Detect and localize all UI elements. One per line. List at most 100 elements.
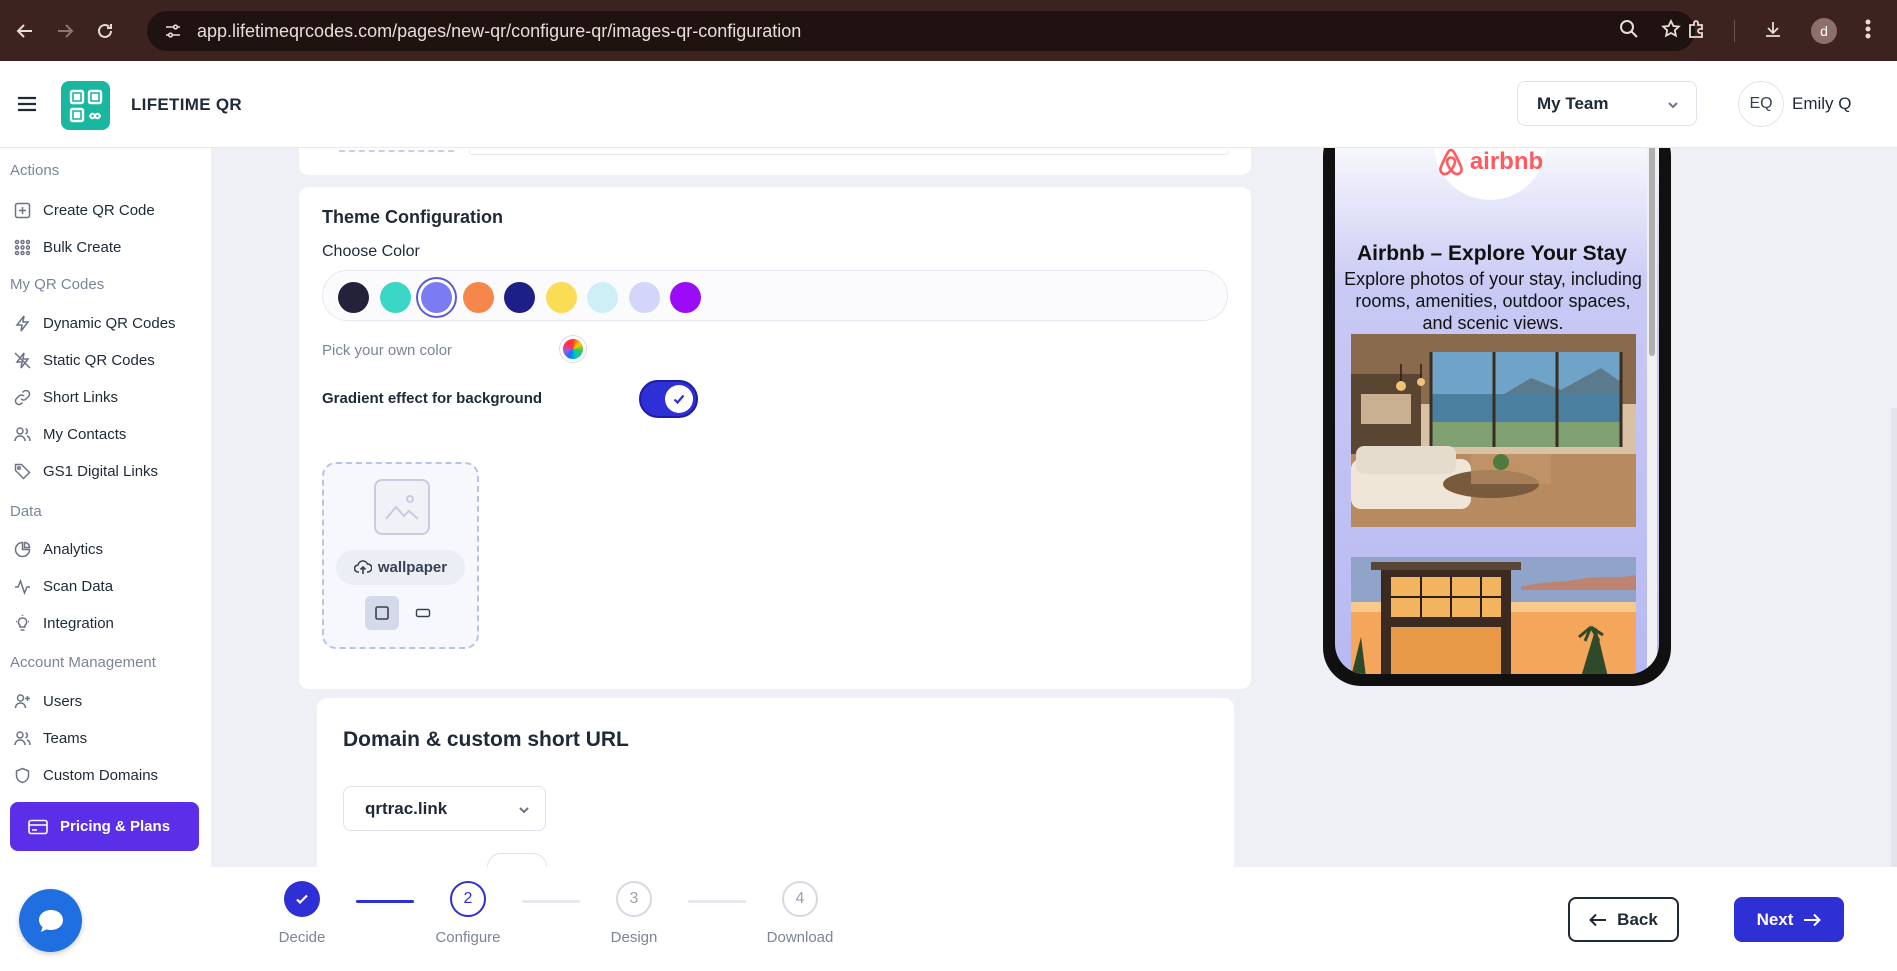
step-connector [356, 900, 414, 903]
phone-screen[interactable]: airbnb Airbnb – Explore Your Stay Explor… [1335, 148, 1659, 674]
sidebar-item-static-qr[interactable]: Static QR Codes [14, 347, 155, 373]
team-icon [14, 730, 31, 745]
credit-card-icon [28, 819, 48, 834]
sidebar-item-bulk-create[interactable]: Bulk Create [14, 234, 121, 260]
sidebar-item-my-contacts[interactable]: My Contacts [14, 421, 126, 447]
airbnb-logo-icon [1438, 148, 1463, 176]
sidebar-item-label: Bulk Create [43, 238, 122, 256]
browser-reload-icon[interactable] [90, 16, 120, 46]
sidebar-item-teams[interactable]: Teams [14, 725, 87, 751]
image-placeholder-icon [374, 479, 430, 535]
phone-preview: airbnb Airbnb – Explore Your Stay Explor… [1323, 148, 1671, 686]
sidebar-item-label: Teams [43, 729, 88, 747]
chevron-down-icon [1666, 97, 1680, 117]
step-number: 4 [782, 881, 818, 917]
step-design[interactable]: 3 Design [574, 881, 694, 946]
toggle-knob [665, 385, 693, 413]
color-swatch[interactable] [421, 282, 452, 313]
check-icon [673, 394, 685, 405]
color-swatch[interactable] [587, 282, 618, 313]
user-plus-icon [14, 693, 30, 708]
sidebar-item-label: Users [43, 692, 83, 710]
zoom-icon[interactable] [1619, 19, 1639, 44]
wide-layout-option[interactable] [406, 596, 440, 630]
pie-chart-icon [14, 541, 31, 557]
sidebar-item-integration[interactable]: Integration [14, 610, 114, 636]
color-swatch[interactable] [628, 282, 660, 313]
chat-support-button[interactable] [19, 889, 82, 952]
sidebar-item-analytics[interactable]: Analytics [14, 536, 103, 562]
bookmark-star-icon[interactable] [1661, 18, 1681, 44]
scroll-thumb[interactable] [1649, 148, 1655, 356]
sidebar-item-label: Scan Data [43, 577, 114, 595]
wallpaper-upload-box[interactable]: wallpaper [322, 462, 479, 649]
step-decide[interactable]: Decide [242, 881, 362, 946]
color-picker-wheel[interactable] [560, 336, 586, 362]
step-connector [522, 900, 580, 903]
color-swatch[interactable] [338, 282, 369, 313]
browser-menu-icon[interactable] [1865, 19, 1871, 44]
lightbulb-icon [16, 614, 29, 631]
domain-select[interactable]: qrtrac.link [343, 786, 546, 831]
color-swatch[interactable] [545, 282, 577, 313]
plus-square-icon [14, 202, 31, 218]
footer-stepper-bar: Decide 2 Configure 3 Design 4 Download B… [0, 867, 1897, 971]
wallpaper-label: wallpaper [377, 559, 448, 576]
main-scrollbar[interactable] [1891, 408, 1897, 867]
domain-card: Domain & custom short URL qrtrac.link [317, 698, 1234, 867]
sidebar-item-gs1[interactable]: GS1 Digital Links [14, 458, 158, 484]
preview-photo-living-room [1351, 334, 1636, 527]
address-bar[interactable]: app.lifetimeqrcodes.com/pages/new-qr/con… [147, 11, 1695, 51]
sidebar-item-scan-data[interactable]: Scan Data [14, 573, 113, 599]
domain-select-value: qrtrac.link [365, 798, 448, 818]
user-name[interactable]: Emily Q [1792, 94, 1852, 114]
app-logo[interactable] [61, 81, 110, 130]
step-label: Decide [278, 929, 326, 946]
sidebar-section-my-qr-codes: My QR Codes [10, 276, 105, 293]
gradient-toggle[interactable] [639, 380, 698, 418]
square-layout-option[interactable] [365, 596, 399, 630]
browser-forward-icon[interactable] [50, 16, 80, 46]
color-swatch[interactable] [504, 282, 535, 313]
color-swatch[interactable] [670, 282, 701, 313]
preview-scrollbar[interactable] [1647, 148, 1657, 674]
site-settings-icon[interactable] [163, 21, 183, 41]
profile-avatar[interactable]: d [1811, 18, 1837, 44]
previous-input-edge [469, 149, 1229, 155]
url-text: app.lifetimeqrcodes.com/pages/new-qr/con… [197, 20, 802, 41]
color-swatch[interactable] [462, 282, 494, 313]
color-swatch-row [322, 270, 1228, 321]
brand-name: LIFETIME QR [131, 95, 242, 114]
app-header: LIFETIME QR My Team EQ Emily Q [0, 61, 1897, 148]
scroll-down-arrow-icon[interactable] [1648, 666, 1656, 672]
extensions-icon[interactable] [1686, 19, 1706, 44]
chat-bubble-icon [38, 909, 63, 932]
download-icon[interactable] [1763, 19, 1783, 44]
step-download[interactable]: 4 Download [740, 881, 860, 946]
browser-back-icon[interactable] [10, 16, 40, 46]
user-avatar[interactable]: EQ [1738, 81, 1784, 127]
short-url-input-edge[interactable] [487, 853, 547, 867]
shield-icon [15, 767, 30, 783]
sidebar-item-custom-domains[interactable]: Custom Domains [14, 762, 158, 788]
sidebar: Actions Create QR Code Bulk Create My QR… [0, 148, 211, 867]
sidebar-item-create-qr[interactable]: Create QR Code [14, 197, 155, 223]
back-button[interactable]: Back [1568, 897, 1679, 942]
sidebar-item-dynamic-qr[interactable]: Dynamic QR Codes [14, 310, 176, 336]
contacts-icon [14, 426, 31, 441]
arrow-right-icon [1804, 913, 1822, 926]
team-select[interactable]: My Team [1517, 81, 1697, 126]
pricing-plans-button[interactable]: Pricing & Plans [10, 802, 199, 851]
step-connector [688, 900, 746, 903]
domain-title: Domain & custom short URL [343, 728, 629, 751]
next-button[interactable]: Next [1734, 897, 1844, 942]
step-label: Design [610, 929, 658, 946]
step-configure[interactable]: 2 Configure [408, 881, 528, 946]
sidebar-item-short-links[interactable]: Short Links [14, 384, 118, 410]
pricing-plans-label: Pricing & Plans [60, 818, 171, 835]
sidebar-item-users[interactable]: Users [14, 688, 82, 714]
color-swatch[interactable] [379, 282, 411, 313]
wallpaper-upload-button[interactable]: wallpaper [336, 550, 465, 585]
menu-toggle-icon[interactable] [15, 92, 39, 116]
main-content: Theme Configuration Choose Color Pick yo… [211, 148, 1897, 867]
